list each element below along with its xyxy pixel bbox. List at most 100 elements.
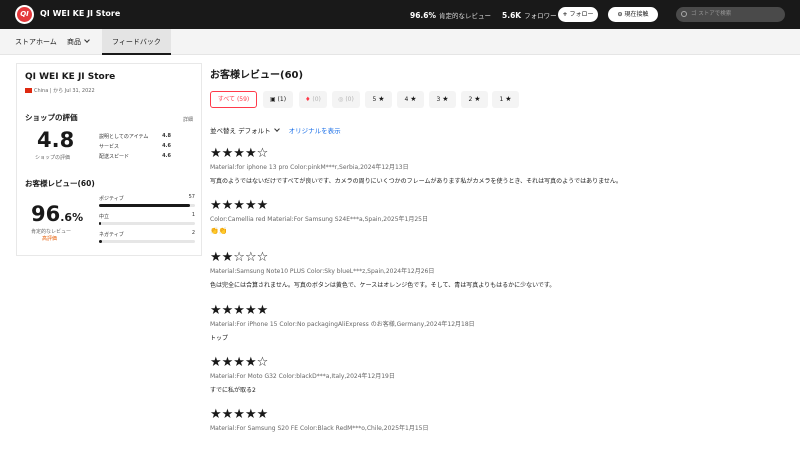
contact-button[interactable]: ⊙ 現在接触 [608, 7, 658, 22]
rating-item-shipping: 配送スピード 4.6 [99, 153, 171, 160]
review-text: トップ [210, 335, 229, 342]
star-icon: ★ [505, 95, 512, 103]
plus-icon: + [562, 11, 568, 18]
rating-item-value: 4.8 [162, 133, 171, 139]
filter-label: (1) [277, 96, 287, 103]
review-item: ★★☆☆☆ Material:Samsung Note10 PLUS Color… [210, 251, 770, 289]
top-bar: QI QI WEI KE JI Store 96.6% 肯定的なレビュー 5.6K… [0, 0, 800, 29]
filter-label: (0) [345, 96, 354, 103]
store-logo-mark: QI [17, 7, 32, 22]
positive-percentage-main: 96 [31, 202, 61, 226]
filter-2-star[interactable]: 2 ★ [461, 91, 488, 108]
positive-percentage-fraction: .6% [60, 211, 84, 224]
nav-products[interactable]: 商品 [67, 29, 90, 55]
follow-button[interactable]: + フォロー [558, 7, 598, 22]
review-stars: ★★★★☆ [210, 355, 269, 370]
positive-percentage: 96.6% [31, 202, 83, 226]
positive-badge: 高評価 [42, 236, 58, 242]
breakdown-count: 57 [188, 194, 195, 200]
review-stars: ★★★★★ [210, 407, 269, 422]
review-stars: ★★★★★ [210, 303, 269, 318]
review-stars: ★★☆☆☆ [210, 250, 269, 265]
breakdown-label: ネガティブ [99, 232, 124, 238]
rating-item-service: サービス 4.6 [99, 143, 171, 150]
followers-value: 5.6K [502, 11, 522, 20]
star-icon: ★ [378, 95, 385, 103]
breakdown-label: 中立 [99, 214, 110, 220]
star-icon: ★ [442, 95, 449, 103]
china-flag-icon [25, 88, 32, 93]
filter-5-star[interactable]: 5 ★ [365, 91, 392, 108]
rating-item-value: 4.6 [162, 153, 171, 159]
rating-item-label: サービス [99, 144, 120, 150]
contact-button-label: 現在接触 [624, 11, 649, 18]
filter-4-star[interactable]: 4 ★ [397, 91, 424, 108]
breakdown-label: ポジティブ [99, 196, 124, 202]
rating-item-description: 説明としてのアイテム 4.8 [99, 133, 171, 140]
review-text: すでに私が取る2 [210, 387, 256, 394]
shop-score: 4.8 [37, 128, 75, 152]
star-icon: ★ [474, 95, 481, 103]
filter-3-star[interactable]: 3 ★ [429, 91, 456, 108]
breakdown-positive: ポジティブ 57 [99, 194, 195, 207]
store-nav: ストアホーム 商品 フィードバック [0, 29, 800, 55]
review-item: ★★★★★ Material:For iPhone 15 Color:No pa… [210, 304, 770, 342]
review-item: ★★★★☆ Material:for iphone 13 pro Color:p… [210, 147, 770, 185]
breakdown-bar [99, 240, 195, 243]
nav-feedback[interactable]: フィードバック [102, 29, 171, 55]
followers-stat: 5.6K フォロワー [502, 10, 557, 20]
breakdown-negative: ネガティブ 2 [99, 230, 195, 243]
positive-rate-stat: 96.6% 肯定的なレビュー [410, 10, 491, 20]
shop-rating-title: ショップの評価 [25, 113, 78, 122]
show-original-link[interactable]: オリジナルを表示 [289, 127, 341, 135]
store-logo[interactable]: QI [15, 5, 34, 24]
shop-summary-panel: QI WEI KE JI Store China | から Jul 31, 20… [16, 63, 202, 256]
chat-icon: ⊙ [617, 11, 623, 18]
store-name[interactable]: QI WEI KE JI Store [40, 9, 120, 18]
positive-rate-label: 肯定的なレビュー [439, 12, 492, 20]
filter-with-photos[interactable]: ▣ (1) [263, 91, 293, 108]
breakdown-count: 2 [191, 230, 195, 236]
filter-1-star[interactable]: 1 ★ [492, 91, 519, 108]
shop-origin-text: China | から Jul 31, 2022 [34, 88, 95, 94]
sort-bar: 並べ替え デフォルト オリジナルを表示 [210, 125, 341, 135]
review-meta: Material:for iphone 13 pro Color:pinkM**… [210, 164, 409, 171]
shop-name: QI WEI KE JI Store [25, 72, 116, 82]
nav-store-home[interactable]: ストアホーム [15, 29, 57, 55]
breakdown-bar [99, 222, 195, 225]
review-item: ★★★★★ Color:Camellia red Material:For Sa… [210, 199, 770, 235]
review-item: ★★★★★ Material:For Samsung S20 FE Color:… [210, 408, 770, 432]
customer-reviews-title: お客様レビュー(60) [25, 179, 95, 188]
filter-label: 1 [499, 96, 504, 103]
filter-label: 4 [404, 96, 409, 103]
filter-comments[interactable]: ◎ (0) [332, 91, 360, 108]
rating-item-label: 説明としてのアイテム [99, 134, 149, 140]
breakdown-bar-fill [99, 222, 101, 225]
sort-dropdown[interactable]: デフォルト [238, 126, 280, 135]
breakdown-neutral: 中立 1 [99, 212, 195, 225]
star-icon: ★ [410, 95, 417, 103]
filter-label: 5 [372, 96, 377, 103]
reviews-title: お客様レビュー(60) [210, 70, 304, 81]
rating-item-value: 4.6 [162, 143, 171, 149]
rating-detail-link[interactable]: 詳細 [183, 116, 193, 123]
image-icon: ▣ [269, 96, 278, 103]
review-text: 色は完全には合算されません。写真のボタンは黄色で、ケースはオレンジ色です。そして… [210, 282, 556, 289]
breakdown-bar [99, 204, 195, 207]
breakdown-bar-fill [99, 204, 191, 207]
review-meta: Material:Samsung Note10 PLUS Color:Sky b… [210, 268, 435, 275]
store-search-placeholder: ゴ ストアで検索 [691, 11, 732, 17]
search-icon [681, 11, 687, 17]
filter-all[interactable]: すべて (59) [210, 91, 257, 108]
store-search-input[interactable]: ゴ ストアで検索 [676, 7, 785, 22]
review-stars: ★★★★☆ [210, 146, 269, 161]
rating-item-label: 配送スピード [99, 154, 130, 160]
breakdown-count: 1 [191, 212, 195, 218]
followers-label: フォロワー [524, 12, 557, 20]
review-stars: ★★★★★ [210, 198, 269, 213]
review-meta: Material:For Samsung S20 FE Color:Black … [210, 425, 429, 432]
filter-additional[interactable]: ♦ (0) [299, 91, 327, 108]
review-meta: Color:Camellia red Material:For Samsung … [210, 216, 428, 223]
shop-score-label: ショップの評価 [35, 155, 71, 161]
filter-label: 3 [436, 96, 441, 103]
